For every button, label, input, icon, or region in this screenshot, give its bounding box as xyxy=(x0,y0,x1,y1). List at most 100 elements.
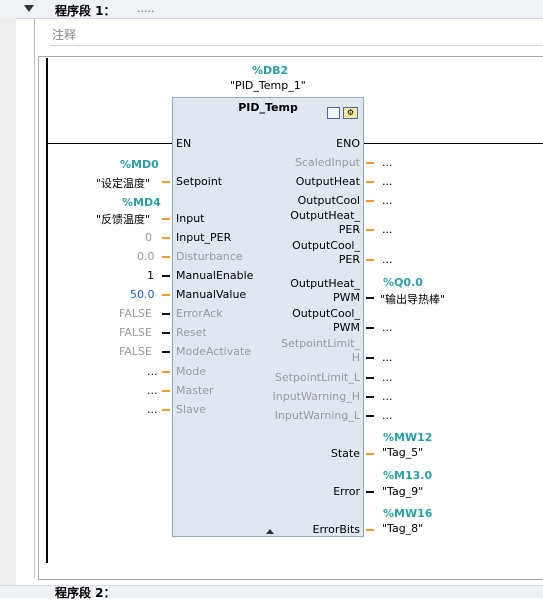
collapse-icon[interactable] xyxy=(24,5,34,12)
error-ack-value[interactable]: FALSE xyxy=(119,307,152,320)
en-wire xyxy=(48,143,172,144)
left-gutter xyxy=(0,18,16,585)
master-value[interactable]: ... xyxy=(147,384,158,397)
mode-value[interactable]: ... xyxy=(147,365,158,378)
pin-output-heat: OutputHeat xyxy=(295,175,360,188)
reset-connector xyxy=(162,332,170,334)
setpoint-limit-l-value[interactable]: ... xyxy=(382,371,393,384)
block-config-icon[interactable] xyxy=(327,107,340,119)
slave-connector xyxy=(162,409,170,411)
pin-input-per: Input_PER xyxy=(176,231,232,244)
input-tag[interactable]: "反馈温度" xyxy=(96,211,150,227)
output-heat-per-value[interactable]: ... xyxy=(382,223,393,236)
error-bits-tag[interactable]: "Tag_8" xyxy=(382,522,423,535)
slave-value[interactable]: ... xyxy=(147,403,158,416)
instance-db-name[interactable]: "PID_Temp_1" xyxy=(230,79,306,92)
eno-wire xyxy=(364,143,543,144)
next-network-header[interactable]: 程序段 2： xyxy=(0,585,543,600)
scaled-input-value[interactable]: ... xyxy=(382,156,393,169)
output-heat-per-connector xyxy=(366,229,374,231)
pin-disturbance: Disturbance xyxy=(176,250,243,263)
state-address[interactable]: %MW12 xyxy=(383,431,432,444)
input-connector xyxy=(162,218,170,220)
mode-connector xyxy=(162,371,170,373)
input-warning-h-connector xyxy=(366,396,374,398)
pin-state: State xyxy=(330,447,360,460)
output-heat-connector xyxy=(366,181,374,183)
pin-reset: Reset xyxy=(176,326,207,339)
network-header[interactable]: 程序段 1： ..... xyxy=(0,0,543,19)
next-network-title: 程序段 2： xyxy=(55,586,116,600)
pin-master: Master xyxy=(176,384,214,397)
pin-output-cool-per-l2: PER xyxy=(338,253,360,266)
input-warning-h-value[interactable]: ... xyxy=(382,390,393,403)
pin-output-heat-per-l2: PER xyxy=(338,223,360,236)
error-connector xyxy=(366,491,374,493)
pin-setpoint-limit-l: SetpointLimit_L xyxy=(274,371,360,384)
reset-value[interactable]: FALSE xyxy=(119,326,152,339)
pin-setpoint-limit-h-l1: SetpointLimit_ xyxy=(281,337,360,350)
pin-output-heat-per-l1: OutputHeat_ xyxy=(290,209,360,222)
output-heat-pwm-tag[interactable]: "输出导热棒" xyxy=(380,291,445,307)
setpoint-address[interactable]: %MD0 xyxy=(120,158,159,171)
expand-block-icon[interactable] xyxy=(266,529,274,534)
disturbance-connector xyxy=(162,256,170,258)
pin-en: EN xyxy=(176,137,192,150)
setpoint-tag[interactable]: "设定温度" xyxy=(96,175,150,191)
manual-enable-connector xyxy=(162,275,170,277)
output-heat-pwm-address[interactable]: %Q0.0 xyxy=(383,276,423,289)
pin-mode-activate: ModeActivate xyxy=(176,345,252,358)
pin-output-cool: OutputCool xyxy=(297,194,360,207)
instance-db-address[interactable]: %DB2 xyxy=(252,64,288,77)
pin-output-heat-pwm-l2: PWM xyxy=(332,291,360,304)
comment-underline xyxy=(50,45,543,46)
output-cool-pwm-connector xyxy=(366,327,374,329)
setpoint-limit-h-connector xyxy=(366,357,374,359)
pin-manual-enable: ManualEnable xyxy=(176,269,254,282)
input-warning-l-value[interactable]: ... xyxy=(382,409,393,422)
output-cool-per-value[interactable]: ... xyxy=(382,253,393,266)
error-address[interactable]: %M13.0 xyxy=(383,469,432,482)
power-rail xyxy=(46,58,48,563)
output-cool-connector xyxy=(366,200,374,202)
output-heat-pwm-connector xyxy=(366,297,374,299)
network-comment[interactable]: 注释 xyxy=(50,24,543,46)
disturbance-value[interactable]: 0.0 xyxy=(137,250,155,263)
output-cool-value[interactable]: ... xyxy=(382,194,393,207)
network-title-placeholder[interactable]: ..... xyxy=(137,2,154,15)
output-cool-per-connector xyxy=(366,259,374,261)
pin-output-cool-pwm-l1: OutputCool_ xyxy=(292,307,360,320)
pin-eno: ENO xyxy=(336,137,360,150)
input-per-connector xyxy=(162,237,170,239)
manual-value-value[interactable]: 50.0 xyxy=(130,288,155,301)
manual-value-connector xyxy=(162,294,170,296)
master-connector xyxy=(162,390,170,392)
pin-input-warning-l: InputWarning_L xyxy=(274,409,360,422)
network-title: 程序段 1： xyxy=(55,4,116,18)
pin-error-ack: ErrorAck xyxy=(176,307,223,320)
pin-output-heat-pwm-l1: OutputHeat_ xyxy=(290,277,360,290)
mode-activate-connector xyxy=(162,351,170,353)
pin-manual-value: ManualValue xyxy=(176,288,247,301)
setpoint-limit-h-value[interactable]: ... xyxy=(382,351,393,364)
pin-mode: Mode xyxy=(176,365,206,378)
pin-scaled-input: ScaledInput xyxy=(294,156,360,169)
error-bits-address[interactable]: %MW16 xyxy=(383,507,432,520)
pin-output-cool-per-l1: OutputCool_ xyxy=(292,239,360,252)
gutter-divider xyxy=(34,18,35,578)
pin-slave: Slave xyxy=(176,403,207,416)
pin-input: Input xyxy=(176,212,205,225)
setpoint-limit-l-connector xyxy=(366,377,374,379)
commissioning-icon[interactable]: ⚙ xyxy=(343,107,358,119)
input-warning-l-connector xyxy=(366,415,374,417)
input-per-value[interactable]: 0 xyxy=(145,231,152,244)
state-tag[interactable]: "Tag_5" xyxy=(382,446,423,459)
mode-activate-value[interactable]: FALSE xyxy=(119,345,152,358)
output-cool-pwm-value[interactable]: ... xyxy=(382,321,393,334)
comment-label[interactable]: 注释 xyxy=(52,26,76,43)
input-address[interactable]: %MD4 xyxy=(122,196,161,209)
error-tag[interactable]: "Tag_9" xyxy=(382,485,423,498)
manual-enable-value[interactable]: 1 xyxy=(147,269,154,282)
output-heat-value[interactable]: ... xyxy=(382,175,393,188)
pin-input-warning-h: InputWarning_H xyxy=(272,390,360,403)
